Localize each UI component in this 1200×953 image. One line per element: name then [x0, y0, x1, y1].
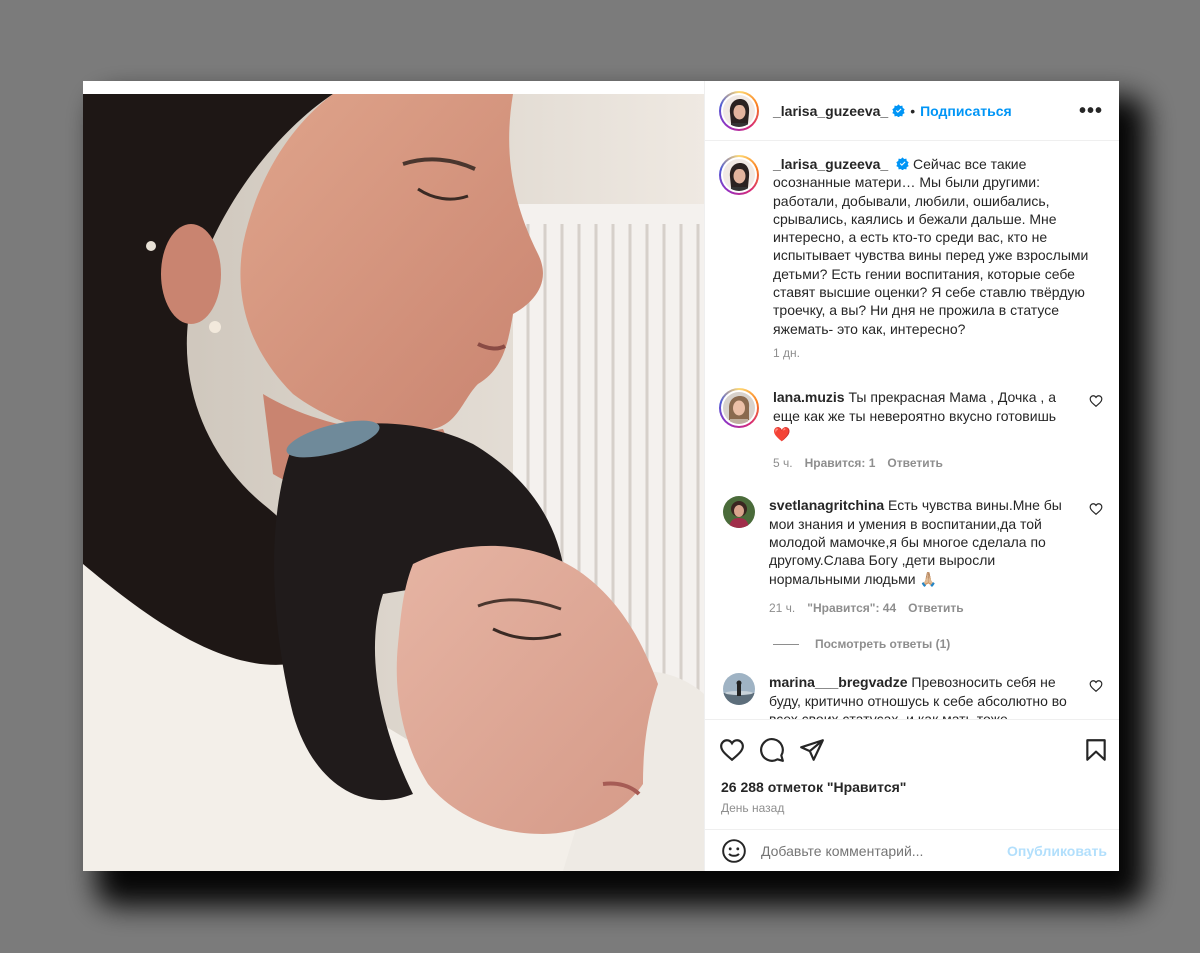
verified-badge-icon — [896, 157, 909, 171]
comment-like-icon[interactable] — [1089, 502, 1103, 516]
comment-username[interactable]: lana.muzis — [773, 389, 845, 405]
reply-button[interactable]: Ответить — [908, 599, 963, 617]
caption-avatar[interactable] — [719, 155, 759, 195]
publish-button[interactable]: Опубликовать — [1007, 843, 1107, 859]
post-photo[interactable] — [83, 81, 704, 871]
comment-username[interactable]: svetlanagritchina — [769, 497, 884, 513]
caption-text: Сейчас все такие осознанные матери… Мы б… — [773, 156, 1089, 337]
post-image — [83, 94, 704, 871]
avatar-image — [723, 496, 755, 529]
comment-likes[interactable]: "Нравится": 44 — [807, 599, 896, 617]
post-side-panel: _larisa_guzeeva_ • Подписаться ••• _lari… — [704, 81, 1119, 871]
comment-like-icon[interactable] — [1089, 679, 1103, 693]
likes-count[interactable]: 26 288 отметок "Нравится" — [705, 779, 1119, 795]
comment-icon[interactable] — [759, 737, 785, 763]
verified-badge-icon — [892, 104, 905, 117]
commenter-avatar[interactable] — [723, 496, 755, 529]
avatar-image — [723, 94, 755, 127]
comment-time[interactable]: 21 ч. — [769, 599, 795, 617]
author-avatar[interactable] — [719, 90, 759, 131]
post-actions — [705, 719, 1119, 779]
view-replies-label: Посмотреть ответы (1) — [815, 637, 951, 652]
comment-item: svetlanagritchina Есть чувства вины.Мне … — [719, 496, 1103, 617]
author-username[interactable]: _larisa_guzeeva_ — [773, 103, 888, 119]
avatar-image — [723, 392, 755, 425]
comment-username[interactable]: marina___bregvadze — [769, 674, 908, 690]
follow-button[interactable]: Подписаться — [920, 103, 1012, 119]
header-separator: • — [910, 102, 916, 119]
comment-emoji: ❤️ — [773, 425, 791, 442]
emoji-icon[interactable] — [721, 838, 747, 864]
view-replies-button[interactable]: Посмотреть ответы (1) — [773, 637, 1103, 651]
caption-time[interactable]: 1 дн. — [773, 344, 800, 362]
heart-icon[interactable] — [719, 737, 745, 763]
avatar-image — [723, 673, 755, 706]
instagram-post-card: _larisa_guzeeva_ • Подписаться ••• _lari… — [83, 81, 1119, 871]
comments-list[interactable]: _larisa_guzeeva_ Сейчас все такие осозна… — [705, 141, 1119, 719]
reply-button[interactable]: Ответить — [887, 454, 942, 472]
avatar-image — [723, 159, 755, 191]
bookmark-icon[interactable] — [1083, 737, 1109, 763]
share-icon[interactable] — [799, 737, 825, 763]
post-header: _larisa_guzeeva_ • Подписаться ••• — [705, 81, 1119, 141]
add-comment-bar: Опубликовать — [705, 829, 1119, 871]
comment-like-icon[interactable] — [1089, 394, 1103, 408]
more-options-icon[interactable]: ••• — [1079, 101, 1103, 121]
commenter-avatar[interactable] — [723, 673, 755, 706]
caption: _larisa_guzeeva_ Сейчас все такие осозна… — [719, 155, 1103, 362]
comment-emoji: 🙏🏼 — [919, 570, 937, 587]
comment-input[interactable] — [761, 842, 1008, 859]
view-replies-line — [773, 643, 799, 645]
caption-username[interactable]: _larisa_guzeeva_ — [773, 156, 888, 172]
comment-item: marina___bregvadze Превозносить себя не … — [719, 673, 1103, 719]
comment-likes[interactable]: Нравится: 1 — [805, 454, 876, 472]
post-date[interactable]: День назад — [705, 795, 1119, 829]
comment-time[interactable]: 5 ч. — [773, 454, 793, 472]
comment-item: lana.muzis Ты прекрасная Мама , Дочка , … — [719, 388, 1103, 472]
commenter-avatar[interactable] — [719, 388, 759, 429]
